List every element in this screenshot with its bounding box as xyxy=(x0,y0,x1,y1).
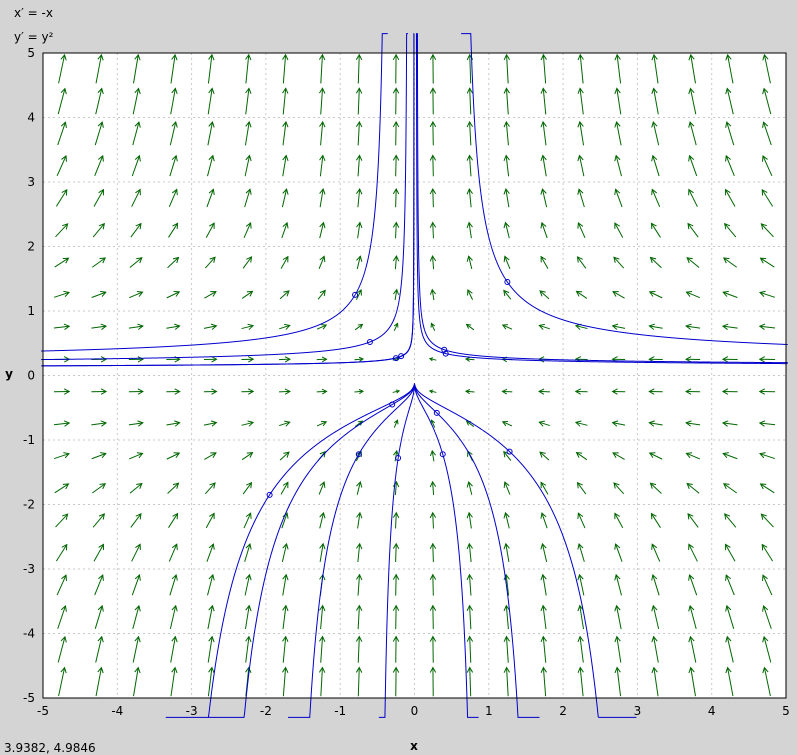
y-tick-label: 4 xyxy=(27,111,35,125)
x-tick-label: 2 xyxy=(559,704,567,718)
y-tick-label: -1 xyxy=(23,433,35,447)
x-tick-label: 5 xyxy=(782,704,790,718)
phase-plot[interactable]: -5 -4 -3 -2 -1 0 1 2 3 4 5 -5 -4 -3 -2 -1 0 1 2 3 4 5 x y xyxy=(0,0,797,751)
x-tick-label: 3 xyxy=(634,704,642,718)
x-axis-label: x xyxy=(410,739,418,751)
x-tick-label: -3 xyxy=(186,704,198,718)
x-tick-label: 0 xyxy=(411,704,419,718)
y-tick-label: 1 xyxy=(27,304,35,318)
y-tick-label: 3 xyxy=(27,175,35,189)
x-tick-label: 1 xyxy=(485,704,493,718)
y-tick-label: 0 xyxy=(27,369,35,383)
vector-arrow-shaft xyxy=(433,544,434,562)
y-axis-label: y xyxy=(5,367,13,381)
y-tick-label: 2 xyxy=(27,240,35,254)
x-tick-label: -2 xyxy=(260,704,272,718)
x-tick-label: -1 xyxy=(334,704,346,718)
y-tick-label: -3 xyxy=(23,562,35,576)
vector-arrow-shaft xyxy=(433,189,434,207)
y-tick-label: -2 xyxy=(23,498,35,512)
x-tick-label: 4 xyxy=(708,704,716,718)
x-tick-label: -5 xyxy=(37,704,49,718)
vector-arrow-shaft xyxy=(396,544,397,562)
y-tick-label: 5 xyxy=(27,46,35,60)
coordinate-readout: 3.9382, 4.9846 xyxy=(4,741,96,755)
vector-arrow-shaft xyxy=(396,189,397,207)
y-tick-label: -4 xyxy=(23,627,35,641)
x-tick-label: -4 xyxy=(111,704,123,718)
y-tick-label: -5 xyxy=(23,691,35,705)
